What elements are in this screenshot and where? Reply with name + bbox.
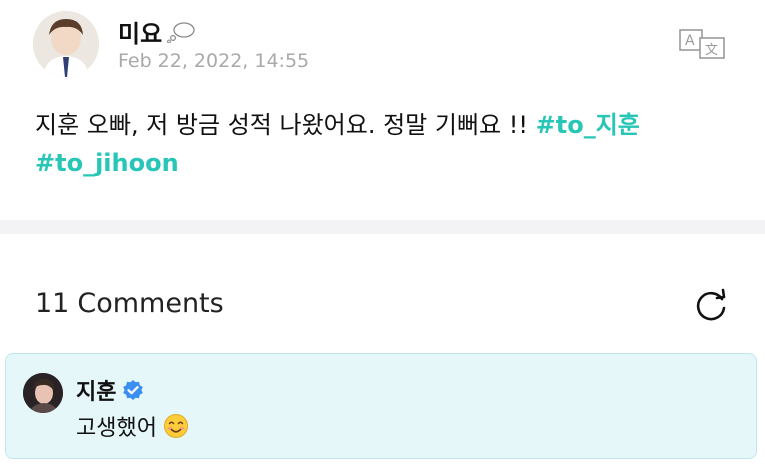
hashtag-link[interactable]: #to_지훈 xyxy=(536,111,640,139)
comment-text-body: 고생했어 xyxy=(76,416,157,441)
comment-text: 고생했어 xyxy=(76,410,189,442)
author-name[interactable]: 미요 xyxy=(118,14,196,49)
post: 미요 Feb 22, 2022, 14:55 A 文 지훈 오빠, 저 방금 성… xyxy=(0,0,765,220)
svg-text:文: 文 xyxy=(705,43,718,58)
verified-badge-icon xyxy=(123,380,144,400)
commenter-avatar-image xyxy=(23,373,63,413)
author-avatar[interactable] xyxy=(33,11,99,77)
post-body: 지훈 오빠, 저 방금 성적 나왔어요. 정말 기뻐요 !! #to_지훈 #t… xyxy=(35,106,735,182)
post-text: 지훈 오빠, 저 방금 성적 나왔어요. 정말 기뻐요 !! xyxy=(35,111,528,139)
comments-header: 11 Comments xyxy=(35,288,224,319)
author-name-text: 미요 xyxy=(118,20,163,48)
hashtag-link[interactable]: #to_jihoon xyxy=(35,149,179,177)
thought-bubble-icon xyxy=(167,21,195,43)
refresh-icon xyxy=(696,288,726,321)
commenter-avatar[interactable] xyxy=(23,373,63,413)
translate-icon: A 文 xyxy=(679,29,725,59)
commenter-name[interactable]: 지훈 xyxy=(76,374,144,406)
smiling-face-emoji-icon xyxy=(163,414,188,438)
section-divider xyxy=(0,220,765,234)
commenter-name-text: 지훈 xyxy=(76,380,117,405)
post-timestamp: Feb 22, 2022, 14:55 xyxy=(118,50,310,72)
author-avatar-image xyxy=(33,11,99,77)
svg-text:A: A xyxy=(685,33,695,49)
translate-button[interactable]: A 文 xyxy=(678,26,728,62)
comment-item[interactable]: 지훈 고생했어 xyxy=(5,353,757,459)
comments-count: 11 xyxy=(35,288,70,319)
refresh-button[interactable] xyxy=(691,286,731,326)
comments-label: Comments xyxy=(77,288,224,319)
